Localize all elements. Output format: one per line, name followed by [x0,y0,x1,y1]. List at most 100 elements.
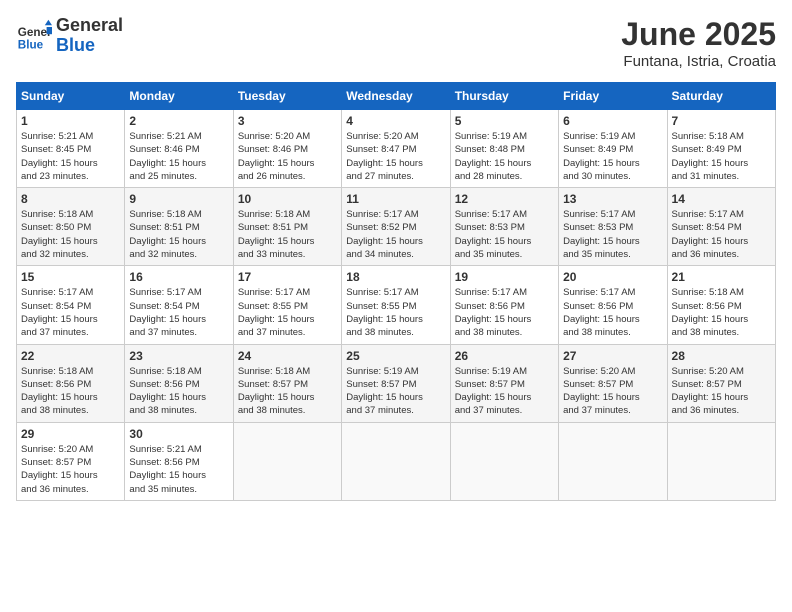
day-info: Sunrise: 5:18 AMSunset: 8:56 PMDaylight:… [129,365,228,418]
day-number: 21 [672,270,771,284]
day-number: 15 [21,270,120,284]
day-number: 12 [455,192,554,206]
calendar-cell: 18 Sunrise: 5:17 AMSunset: 8:55 PMDaylig… [342,266,450,344]
calendar-header-monday: Monday [125,83,233,110]
svg-text:Blue: Blue [18,38,44,51]
calendar-cell: 16 Sunrise: 5:17 AMSunset: 8:54 PMDaylig… [125,266,233,344]
day-number: 22 [21,349,120,363]
day-info: Sunrise: 5:19 AMSunset: 8:48 PMDaylight:… [455,130,554,183]
day-number: 29 [21,427,120,441]
day-info: Sunrise: 5:20 AMSunset: 8:57 PMDaylight:… [563,365,662,418]
header: General Blue General Blue June 2025 Funt… [16,16,776,70]
day-info: Sunrise: 5:17 AMSunset: 8:56 PMDaylight:… [455,286,554,339]
calendar-cell: 17 Sunrise: 5:17 AMSunset: 8:55 PMDaylig… [233,266,341,344]
day-info: Sunrise: 5:19 AMSunset: 8:57 PMDaylight:… [455,365,554,418]
day-number: 20 [563,270,662,284]
calendar-cell: 11 Sunrise: 5:17 AMSunset: 8:52 PMDaylig… [342,188,450,266]
calendar-cell: 21 Sunrise: 5:18 AMSunset: 8:56 PMDaylig… [667,266,775,344]
logo-general-text: General [56,15,123,35]
calendar-cell: 8 Sunrise: 5:18 AMSunset: 8:50 PMDayligh… [17,188,125,266]
day-info: Sunrise: 5:21 AMSunset: 8:46 PMDaylight:… [129,130,228,183]
day-number: 18 [346,270,445,284]
day-number: 10 [238,192,337,206]
calendar-cell [233,422,341,500]
day-info: Sunrise: 5:18 AMSunset: 8:56 PMDaylight:… [21,365,120,418]
day-number: 28 [672,349,771,363]
calendar-cell: 1 Sunrise: 5:21 AMSunset: 8:45 PMDayligh… [17,110,125,188]
day-info: Sunrise: 5:21 AMSunset: 8:45 PMDaylight:… [21,130,120,183]
day-info: Sunrise: 5:18 AMSunset: 8:57 PMDaylight:… [238,365,337,418]
day-number: 14 [672,192,771,206]
day-number: 13 [563,192,662,206]
day-info: Sunrise: 5:17 AMSunset: 8:55 PMDaylight:… [346,286,445,339]
day-info: Sunrise: 5:20 AMSunset: 8:57 PMDaylight:… [672,365,771,418]
calendar-cell: 13 Sunrise: 5:17 AMSunset: 8:53 PMDaylig… [559,188,667,266]
calendar-cell: 6 Sunrise: 5:19 AMSunset: 8:49 PMDayligh… [559,110,667,188]
day-number: 25 [346,349,445,363]
calendar-cell: 14 Sunrise: 5:17 AMSunset: 8:54 PMDaylig… [667,188,775,266]
day-info: Sunrise: 5:18 AMSunset: 8:50 PMDaylight:… [21,208,120,261]
day-number: 27 [563,349,662,363]
day-info: Sunrise: 5:17 AMSunset: 8:55 PMDaylight:… [238,286,337,339]
day-info: Sunrise: 5:21 AMSunset: 8:56 PMDaylight:… [129,443,228,496]
day-info: Sunrise: 5:17 AMSunset: 8:53 PMDaylight:… [563,208,662,261]
calendar-week-row: 8 Sunrise: 5:18 AMSunset: 8:50 PMDayligh… [17,188,776,266]
day-info: Sunrise: 5:17 AMSunset: 8:54 PMDaylight:… [21,286,120,339]
calendar-cell: 2 Sunrise: 5:21 AMSunset: 8:46 PMDayligh… [125,110,233,188]
calendar-cell: 25 Sunrise: 5:19 AMSunset: 8:57 PMDaylig… [342,344,450,422]
calendar-header-thursday: Thursday [450,83,558,110]
day-info: Sunrise: 5:19 AMSunset: 8:49 PMDaylight:… [563,130,662,183]
calendar-header-tuesday: Tuesday [233,83,341,110]
day-number: 5 [455,114,554,128]
logo: General Blue General Blue [16,16,123,56]
title-area: June 2025 Funtana, Istria, Croatia [621,16,776,70]
day-info: Sunrise: 5:18 AMSunset: 8:51 PMDaylight:… [238,208,337,261]
calendar-title: June 2025 [621,16,776,53]
logo-blue-text: Blue [56,35,95,55]
calendar-cell: 19 Sunrise: 5:17 AMSunset: 8:56 PMDaylig… [450,266,558,344]
day-info: Sunrise: 5:18 AMSunset: 8:49 PMDaylight:… [672,130,771,183]
calendar-cell: 23 Sunrise: 5:18 AMSunset: 8:56 PMDaylig… [125,344,233,422]
calendar-cell: 10 Sunrise: 5:18 AMSunset: 8:51 PMDaylig… [233,188,341,266]
day-number: 3 [238,114,337,128]
day-info: Sunrise: 5:17 AMSunset: 8:53 PMDaylight:… [455,208,554,261]
day-number: 11 [346,192,445,206]
day-number: 16 [129,270,228,284]
day-number: 26 [455,349,554,363]
calendar-week-row: 29 Sunrise: 5:20 AMSunset: 8:57 PMDaylig… [17,422,776,500]
calendar-cell: 4 Sunrise: 5:20 AMSunset: 8:47 PMDayligh… [342,110,450,188]
day-info: Sunrise: 5:17 AMSunset: 8:54 PMDaylight:… [129,286,228,339]
day-number: 2 [129,114,228,128]
day-info: Sunrise: 5:20 AMSunset: 8:46 PMDaylight:… [238,130,337,183]
day-number: 19 [455,270,554,284]
calendar-week-row: 1 Sunrise: 5:21 AMSunset: 8:45 PMDayligh… [17,110,776,188]
calendar-cell [450,422,558,500]
calendar-table: SundayMondayTuesdayWednesdayThursdayFrid… [16,82,776,501]
calendar-week-row: 22 Sunrise: 5:18 AMSunset: 8:56 PMDaylig… [17,344,776,422]
calendar-header-wednesday: Wednesday [342,83,450,110]
calendar-cell: 22 Sunrise: 5:18 AMSunset: 8:56 PMDaylig… [17,344,125,422]
day-number: 23 [129,349,228,363]
calendar-header-friday: Friday [559,83,667,110]
day-info: Sunrise: 5:17 AMSunset: 8:56 PMDaylight:… [563,286,662,339]
day-info: Sunrise: 5:17 AMSunset: 8:52 PMDaylight:… [346,208,445,261]
calendar-subtitle: Funtana, Istria, Croatia [621,53,776,70]
logo-icon: General Blue [16,18,52,54]
calendar-cell: 20 Sunrise: 5:17 AMSunset: 8:56 PMDaylig… [559,266,667,344]
day-info: Sunrise: 5:19 AMSunset: 8:57 PMDaylight:… [346,365,445,418]
calendar-header-row: SundayMondayTuesdayWednesdayThursdayFrid… [17,83,776,110]
calendar-cell: 24 Sunrise: 5:18 AMSunset: 8:57 PMDaylig… [233,344,341,422]
day-info: Sunrise: 5:17 AMSunset: 8:54 PMDaylight:… [672,208,771,261]
calendar-cell [342,422,450,500]
calendar-cell: 5 Sunrise: 5:19 AMSunset: 8:48 PMDayligh… [450,110,558,188]
day-info: Sunrise: 5:18 AMSunset: 8:51 PMDaylight:… [129,208,228,261]
calendar-cell: 3 Sunrise: 5:20 AMSunset: 8:46 PMDayligh… [233,110,341,188]
day-info: Sunrise: 5:20 AMSunset: 8:57 PMDaylight:… [21,443,120,496]
calendar-cell: 29 Sunrise: 5:20 AMSunset: 8:57 PMDaylig… [17,422,125,500]
day-number: 6 [563,114,662,128]
calendar-cell: 26 Sunrise: 5:19 AMSunset: 8:57 PMDaylig… [450,344,558,422]
day-number: 8 [21,192,120,206]
day-number: 1 [21,114,120,128]
calendar-header-sunday: Sunday [17,83,125,110]
calendar-cell: 30 Sunrise: 5:21 AMSunset: 8:56 PMDaylig… [125,422,233,500]
